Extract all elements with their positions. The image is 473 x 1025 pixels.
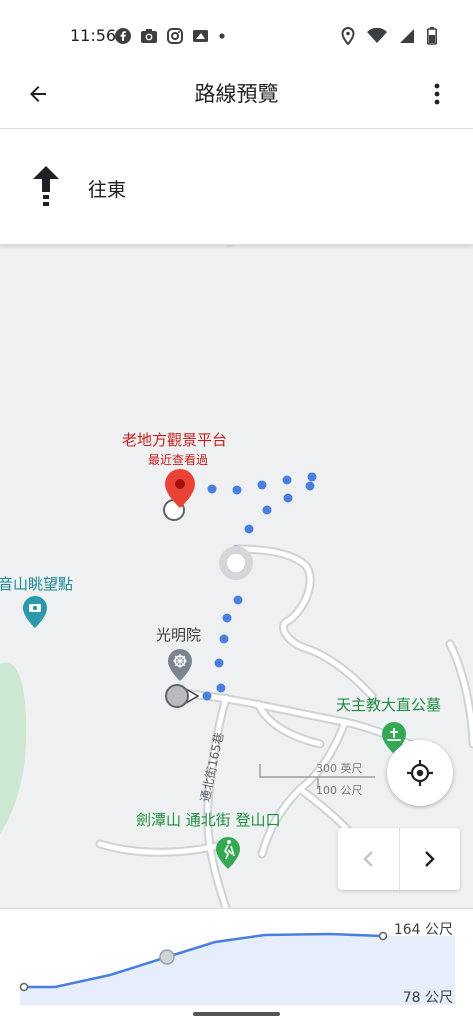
destination-pin-icon[interactable]: [163, 469, 195, 521]
elevation-start-point: [19, 982, 29, 992]
elevation-position-marker[interactable]: [159, 949, 175, 965]
poi-viewpoint-name[interactable]: 音山眺望點: [0, 573, 73, 594]
next-step-button[interactable]: [400, 828, 461, 890]
hiking-icon[interactable]: [216, 837, 240, 869]
route-dots: [202, 472, 317, 701]
status-time: 11:56: [70, 26, 117, 45]
more-vert-icon: [434, 83, 440, 105]
chevron-right-icon: [424, 851, 435, 867]
elevation-max: 164 公尺: [393, 922, 453, 938]
elevation-end-point: [378, 931, 388, 941]
page-title: 路線預覽: [194, 82, 279, 106]
step-navigation: [338, 828, 460, 890]
wifi-icon: [367, 28, 387, 44]
status-notifications: [115, 26, 226, 46]
poi-cemetery-name[interactable]: 天主教大直公墓: [336, 694, 441, 715]
poi-main-subtitle: 最近查看過: [148, 453, 209, 467]
instagram-icon: [167, 28, 183, 44]
start-marker: [165, 684, 200, 708]
north-arrow-icon: [33, 166, 59, 206]
more-options-button[interactable]: [425, 78, 449, 110]
previous-step-button[interactable]: [338, 828, 400, 890]
signal-icon: [399, 28, 415, 44]
chevron-left-icon: [363, 851, 374, 867]
temple-icon[interactable]: [168, 649, 192, 681]
direction-text: 往東: [88, 179, 127, 201]
my-location-icon: [407, 760, 433, 786]
app-bar: 路線預覽: [0, 56, 473, 129]
direction-panel: 往東: [0, 129, 473, 245]
status-system: [341, 26, 437, 46]
home-indicator[interactable]: [193, 1012, 280, 1016]
scale-feet: 300 英尺: [316, 762, 363, 775]
dot-icon: [218, 32, 226, 40]
poi-trailhead-name[interactable]: 劍潭山 通北街 登山口: [136, 809, 281, 830]
route-position-marker: [219, 546, 253, 580]
poi-main-name[interactable]: 老地方觀景平台: [122, 429, 227, 450]
elevation-min: 78 公尺: [402, 990, 453, 1006]
viewpoint-camera-icon[interactable]: [23, 596, 47, 628]
map-view[interactable]: 老地方觀景平台 最近查看過 音山眺望點 光明院 天主教大直公墓 劍潭山 通北街 …: [0, 244, 473, 908]
elevation-profile[interactable]: 164 公尺 78 公尺: [0, 908, 473, 1025]
poi-temple-name[interactable]: 光明院: [156, 624, 201, 645]
battery-icon: [427, 27, 437, 45]
camera-icon: [140, 28, 158, 44]
facebook-icon: [115, 28, 131, 44]
scale-meters: 100 公尺: [316, 784, 363, 797]
my-location-button[interactable]: [387, 740, 453, 806]
location-icon: [341, 27, 355, 45]
news-icon: [192, 28, 209, 44]
